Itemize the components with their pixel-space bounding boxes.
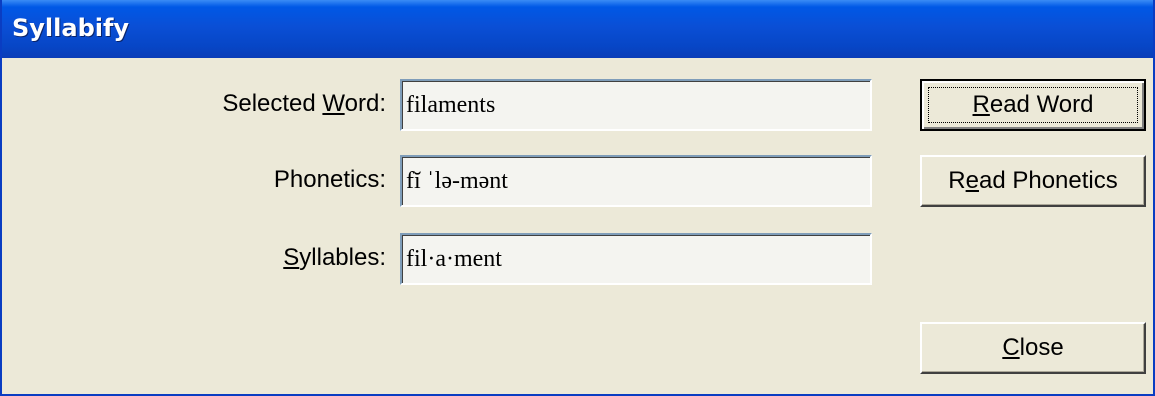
close-button[interactable]: Close [920,322,1146,374]
read-phonetics-button[interactable]: Read Phonetics [920,155,1146,207]
phonetics-label: Phonetics: [273,166,386,193]
syllables-label: Syllables: [283,244,386,271]
syllables-field[interactable]: fil·a·ment [400,233,872,285]
close-button-label: Close [1002,334,1064,361]
phonetics-field[interactable]: fĭ ˈlə-mənt [400,155,872,207]
syllabify-dialog: Syllabify Selected Word: filaments Phone… [0,0,1155,396]
window-title: Syllabify [12,14,130,42]
read-phonetics-button-label: Read Phonetics [948,167,1118,194]
selected-word-field[interactable]: filaments [400,79,872,131]
read-word-button[interactable]: Read Word [920,79,1146,131]
selected-word-label: Selected Word: [222,90,386,117]
title-bar[interactable]: Syllabify [2,0,1153,58]
read-word-button-label: Read Word [972,91,1094,118]
